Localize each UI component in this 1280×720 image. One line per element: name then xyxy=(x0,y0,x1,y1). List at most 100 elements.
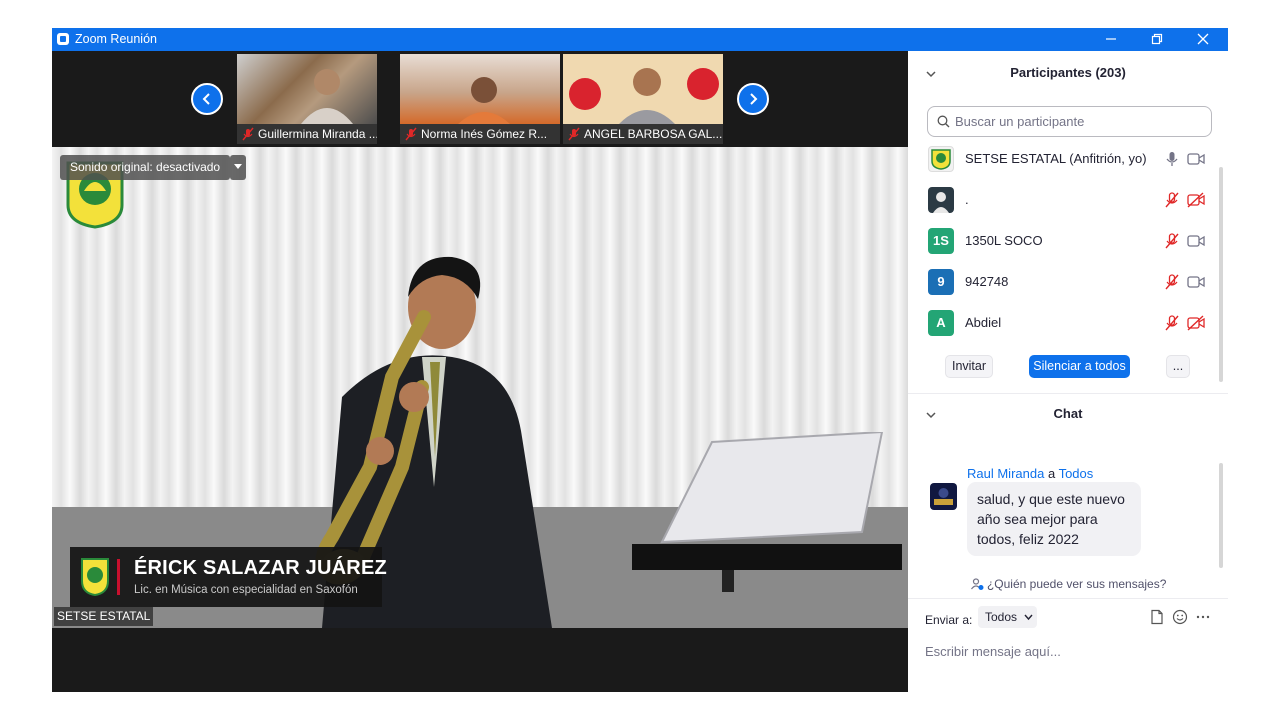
chevron-down-icon xyxy=(926,71,936,78)
chat-recipient[interactable]: Todos xyxy=(1059,466,1094,481)
previous-page-button[interactable] xyxy=(191,83,223,115)
video-thumbnail[interactable]: Norma Inés Gómez R... xyxy=(400,54,560,144)
mic-on-icon[interactable] xyxy=(1163,150,1181,168)
original-sound-dropdown[interactable] xyxy=(230,155,246,180)
zoom-app-icon xyxy=(57,33,69,45)
sender-avatar-image xyxy=(934,488,953,505)
window-title: Zoom Reunión xyxy=(75,32,157,46)
chat-sender[interactable]: Raul Miranda xyxy=(967,466,1044,481)
participant-avatar: 1S xyxy=(928,228,954,254)
participant-silhouette xyxy=(569,68,719,124)
restore-button[interactable] xyxy=(1134,28,1180,51)
chat-title: Chat xyxy=(1053,406,1083,421)
mic-muted-icon[interactable] xyxy=(1163,232,1181,250)
participant-row[interactable]: 9 942748 xyxy=(908,262,1218,303)
participant-row[interactable]: SETSE ESTATAL (Anfitrión, yo) xyxy=(908,139,1218,180)
thumbnail-name-bar: Guillermina Miranda ... xyxy=(237,124,377,144)
next-page-button[interactable] xyxy=(737,83,769,115)
who-can-see-text: ¿Quién puede ver sus mensajes? xyxy=(986,577,1167,591)
participant-silhouette xyxy=(458,77,510,124)
chevron-right-icon xyxy=(750,93,758,105)
video-thumbnail[interactable]: Guillermina Miranda ... xyxy=(237,54,377,144)
file-attach-icon[interactable] xyxy=(1149,609,1165,625)
thumbnail-name: Norma Inés Gómez R... xyxy=(421,127,548,141)
thumbnail-name: ANGEL BARBOSA GAL... xyxy=(584,127,723,141)
chevron-down-icon xyxy=(1024,614,1033,621)
chat-message-header: Raul Miranda a Todos xyxy=(967,466,1093,481)
participant-name: 942748 xyxy=(965,274,1009,289)
thumbnail-strip: Guillermina Miranda ... Norma Inés Gómez… xyxy=(52,51,908,147)
close-icon xyxy=(1197,33,1209,45)
participants-header: Participantes (203) xyxy=(908,62,1228,84)
participant-video xyxy=(237,54,377,124)
camera-off-icon[interactable] xyxy=(1187,315,1205,331)
camera-on-icon[interactable] xyxy=(1187,233,1205,249)
muted-mic-icon xyxy=(242,127,254,141)
chevron-down-icon xyxy=(234,164,242,169)
collapse-participants-button[interactable] xyxy=(926,62,936,84)
lower-third-accent-bar xyxy=(117,559,120,595)
participant-video xyxy=(400,54,560,124)
zoom-window: Zoom Reunión Guillermina Miranda ... Nor… xyxy=(52,28,1228,692)
participant-row[interactable]: 1S 1350L SOCO xyxy=(908,221,1218,262)
camera-on-icon[interactable] xyxy=(1187,274,1205,290)
original-sound-toggle[interactable]: Sonido original: desactivado xyxy=(60,155,231,180)
participant-video xyxy=(563,54,723,124)
participant-search-input[interactable]: Buscar un participante xyxy=(927,106,1212,137)
muted-mic-icon xyxy=(568,127,580,141)
search-icon xyxy=(937,115,950,128)
send-to-dropdown[interactable]: Todos xyxy=(978,606,1037,628)
video-area: Guillermina Miranda ... Norma Inés Gómez… xyxy=(52,51,908,692)
chevron-down-icon xyxy=(926,412,936,419)
name-lower-third: ÉRICK SALAZAR JUÁREZ Lic. en Música con … xyxy=(70,547,387,607)
active-speaker-video: Sonido original: desactivado ÉRICK SALAZ… xyxy=(52,147,908,628)
participant-avatar xyxy=(928,187,954,213)
send-to-label: Enviar a: xyxy=(925,613,973,627)
speaker-name-tag: SETSE ESTATAL xyxy=(54,607,154,626)
mic-muted-icon[interactable] xyxy=(1163,273,1181,291)
person-privacy-icon xyxy=(970,578,984,590)
more-horizontal-icon[interactable] xyxy=(1195,609,1211,625)
chevron-left-icon xyxy=(202,93,210,105)
chat-message-bubble: salud, y que este nuevo año sea mejor pa… xyxy=(967,482,1141,556)
side-panel: Participantes (203) Buscar un participan… xyxy=(908,51,1228,692)
mute-all-button[interactable]: Silenciar a todos xyxy=(1029,355,1130,378)
participants-scrollbar[interactable] xyxy=(1219,167,1223,382)
chat-to-prefix: a xyxy=(1047,466,1056,481)
participant-name: SETSE ESTATAL (Anfitrión, yo) xyxy=(965,151,1147,166)
invite-button[interactable]: Invitar xyxy=(945,355,993,378)
participants-title: Participantes (203) xyxy=(1010,65,1126,80)
chat-scrollbar[interactable] xyxy=(1219,463,1223,568)
chat-sender-avatar xyxy=(930,483,957,510)
restore-icon xyxy=(1151,33,1163,45)
collapse-chat-button[interactable] xyxy=(926,403,936,425)
mic-muted-icon[interactable] xyxy=(1163,191,1181,209)
participant-avatar: A xyxy=(928,310,954,336)
participant-avatar: 9 xyxy=(928,269,954,295)
participant-name: . xyxy=(965,192,969,207)
participant-row[interactable]: . xyxy=(908,180,1218,221)
emoji-icon[interactable] xyxy=(1172,609,1188,625)
performer-subtitle: Lic. en Música con especialidad en Saxof… xyxy=(134,584,358,596)
thumbnail-name-bar: ANGEL BARBOSA GAL... xyxy=(563,124,723,144)
laptop-and-stand xyxy=(632,432,902,592)
participant-photo-avatar xyxy=(933,192,949,213)
close-button[interactable] xyxy=(1180,28,1226,51)
chat-message-input[interactable] xyxy=(925,641,1215,661)
camera-off-icon[interactable] xyxy=(1187,192,1205,208)
participant-row[interactable]: A Abdiel xyxy=(908,303,1218,344)
mic-muted-icon[interactable] xyxy=(1163,314,1181,332)
more-options-button[interactable]: ... xyxy=(1166,355,1190,378)
video-thumbnail[interactable]: ANGEL BARBOSA GAL... xyxy=(563,54,723,144)
camera-on-icon[interactable] xyxy=(1187,151,1205,167)
send-to-value: Todos xyxy=(985,610,1018,624)
performer-name: ÉRICK SALAZAR JUÁREZ xyxy=(134,557,387,579)
thumbnail-name: Guillermina Miranda ... xyxy=(258,127,377,141)
setse-avatar-logo xyxy=(931,149,951,170)
who-can-see-messages-link[interactable]: ¿Quién puede ver sus mensajes? xyxy=(908,577,1228,597)
chat-header: Chat xyxy=(908,403,1228,425)
participant-name: Abdiel xyxy=(965,315,1002,330)
participant-silhouette xyxy=(301,69,353,124)
participant-avatar xyxy=(928,146,954,172)
minimize-button[interactable] xyxy=(1088,28,1134,51)
